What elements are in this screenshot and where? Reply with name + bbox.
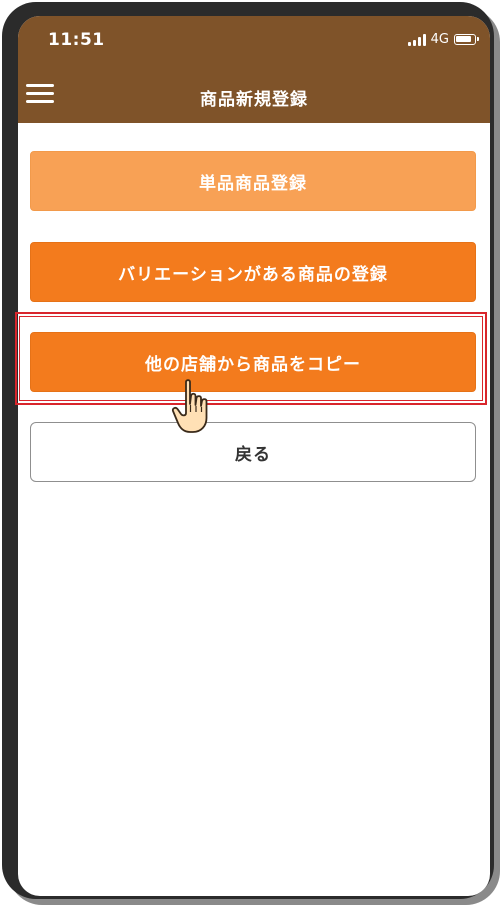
variation-product-register-button[interactable]: バリエーションがある商品の登録 — [30, 242, 476, 302]
pointing-hand-icon — [171, 379, 208, 433]
status-time: 11:51 — [48, 30, 105, 50]
phone-frame: 11:51 4G 商品新規登録 単品商品登録 バリエーションがある商品の登録 他… — [2, 2, 494, 899]
copy-from-other-store-button[interactable]: 他の店舗から商品をコピー — [30, 332, 476, 392]
app-header: 商品新規登録 — [18, 66, 490, 123]
battery-icon — [454, 34, 479, 45]
back-button[interactable]: 戻る — [30, 422, 476, 482]
page-title: 商品新規登録 — [200, 90, 308, 110]
status-bar: 11:51 4G — [18, 16, 490, 66]
status-indicators: 4G — [407, 32, 479, 47]
network-type: 4G — [430, 32, 449, 47]
app-screen: 11:51 4G 商品新規登録 単品商品登録 バリエーションがある商品の登録 他… — [18, 16, 490, 896]
single-product-register-button[interactable]: 単品商品登録 — [30, 151, 476, 211]
signal-bars-icon — [407, 33, 426, 46]
